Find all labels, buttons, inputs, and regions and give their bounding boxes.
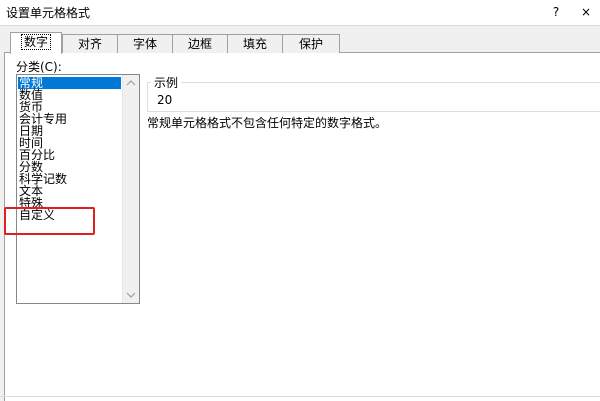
sample-legend: 示例 xyxy=(151,74,182,91)
chevron-down-icon[interactable] xyxy=(123,287,139,303)
sample-value: 20 xyxy=(157,93,173,107)
format-description: 常规单元格格式不包含任何特定的数字格式。 xyxy=(147,116,388,130)
listbox-scrollbar[interactable] xyxy=(122,75,139,303)
divider xyxy=(0,396,600,397)
tab-alignment[interactable]: 对齐 xyxy=(62,34,118,53)
tab-number[interactable]: 数字 xyxy=(10,32,62,54)
category-label: 分类(C): xyxy=(16,60,62,74)
tab-border[interactable]: 边框 xyxy=(172,34,228,53)
chevron-up-icon[interactable] xyxy=(123,75,139,91)
dialog-titlebar: 设置单元格格式 ? × xyxy=(0,0,600,26)
close-button[interactable]: × xyxy=(575,3,597,21)
tab-protection[interactable]: 保护 xyxy=(282,34,340,53)
tab-fill[interactable]: 填充 xyxy=(227,34,283,53)
dialog-title: 设置单元格格式 xyxy=(6,6,91,20)
category-listbox[interactable]: 常规 数值 货币 会计专用 日期 时间 百分比 分数 科学记数 文本 特殊 自定… xyxy=(16,74,140,304)
tab-font[interactable]: 字体 xyxy=(117,34,173,53)
sample-groupbox xyxy=(147,82,600,112)
help-button[interactable]: ? xyxy=(547,3,565,21)
list-item-custom[interactable]: 自定义 xyxy=(19,209,55,221)
